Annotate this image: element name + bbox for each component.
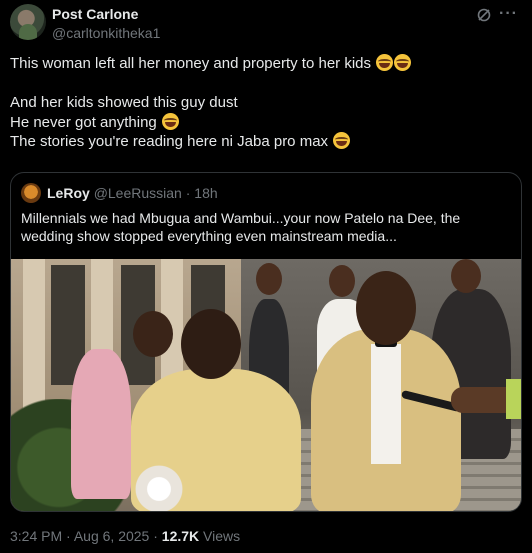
quoted-post-photo[interactable] — [11, 259, 521, 511]
author-handle[interactable]: @carltonkitheka1 — [52, 25, 160, 41]
footer-dot: · — [153, 528, 158, 544]
footer-dot: · — [66, 528, 71, 544]
post-line — [10, 74, 522, 94]
quoted-author-handle[interactable]: @LeeRussian — [94, 185, 182, 201]
author-name[interactable]: Post Carlone — [52, 6, 138, 22]
post-line: This woman left all her money and proper… — [10, 54, 522, 74]
laughing-emoji-icon — [376, 54, 394, 71]
laughing-emoji-icon — [394, 54, 412, 71]
quoted-separator: · — [185, 185, 191, 201]
post-line: The stories you're reading here ni Jaba … — [10, 132, 522, 152]
views-label: Views — [203, 528, 241, 544]
quoted-author-avatar[interactable] — [21, 183, 41, 203]
post-line: He never got anything — [10, 112, 522, 133]
laughing-emoji-icon — [333, 132, 351, 149]
quoted-post-text: Millennials we had Mbugua and Wambui...y… — [21, 210, 461, 244]
views-count: 12.7K — [161, 528, 200, 544]
post-line: And her kids showed this guy dust — [10, 94, 238, 111]
post-footer: 3:24 PM · Aug 6, 2025 · 12.7K Views — [10, 528, 240, 544]
grok-icon[interactable] — [476, 7, 492, 23]
quoted-post-header: LeRoy @LeeRussian · 18h — [21, 183, 218, 203]
bouquet — [129, 465, 189, 511]
post-time[interactable]: 3:24 PM — [10, 528, 62, 544]
quoted-time[interactable]: 18h — [194, 185, 217, 201]
author-avatar[interactable] — [10, 4, 46, 40]
quoted-post[interactable]: LeRoy @LeeRussian · 18h Millennials we h… — [10, 172, 522, 512]
more-options-icon[interactable]: ··· — [499, 5, 518, 23]
post-header: Post Carlone @carltonkitheka1 ··· — [10, 4, 522, 44]
laughing-emoji-icon — [161, 112, 179, 130]
woman-pink-jacket — [71, 349, 131, 499]
post-text: This woman left all her money and proper… — [10, 54, 522, 152]
quoted-author-name[interactable]: LeRoy — [47, 185, 90, 201]
post-date[interactable]: Aug 6, 2025 — [74, 528, 150, 544]
